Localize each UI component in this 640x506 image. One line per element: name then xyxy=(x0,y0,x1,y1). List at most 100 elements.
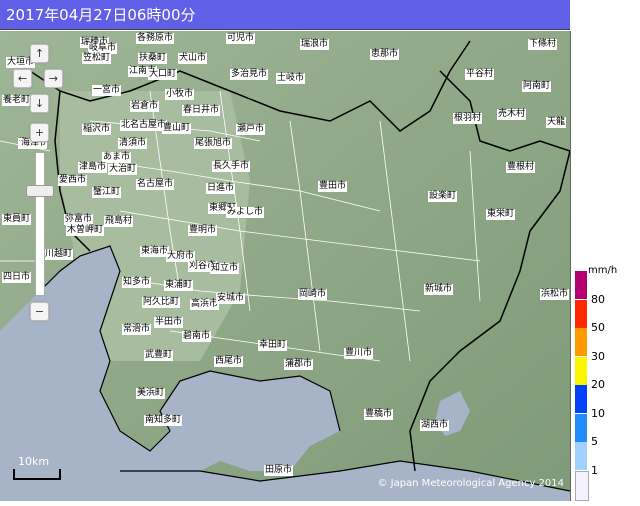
place-label: 蟹江町 xyxy=(92,187,122,198)
place-label: 大口町 xyxy=(148,69,178,80)
place-label: 岩倉市 xyxy=(130,101,160,112)
zoom-out-button[interactable]: − xyxy=(30,302,49,321)
place-label: 一宮市 xyxy=(92,85,122,96)
legend-level: 50 xyxy=(573,299,635,334)
map-terrain xyxy=(0,31,570,501)
zoom-slider-handle[interactable] xyxy=(26,185,54,197)
timestamp-text: 2017年04月27日06時00分 xyxy=(6,6,196,24)
place-label: 東浦町 xyxy=(164,280,194,291)
legend-level xyxy=(573,470,635,501)
place-label: 西尾市 xyxy=(214,356,244,367)
place-label: 飛島村 xyxy=(104,216,134,227)
place-label: 四日市 xyxy=(2,272,32,283)
legend-swatch xyxy=(575,413,587,442)
place-label: 美浜町 xyxy=(136,388,166,399)
place-label: 平谷村 xyxy=(465,69,495,80)
place-label: 笠松町 xyxy=(82,53,112,64)
place-label: 岡崎市 xyxy=(298,289,328,300)
zoom-in-button[interactable]: + xyxy=(30,123,49,142)
place-label: 浜松市 xyxy=(540,289,570,300)
place-label: 春日井市 xyxy=(182,105,221,116)
place-label: 津島市 xyxy=(78,162,108,173)
place-label: 稲沢市 xyxy=(82,124,112,135)
scale-label: 10km xyxy=(18,455,50,468)
place-label: 阿南町 xyxy=(522,81,552,92)
place-label: 北名古屋市 xyxy=(120,120,168,131)
place-label: 日進市 xyxy=(206,183,236,194)
place-label: 知多市 xyxy=(122,277,152,288)
place-label: 知立市 xyxy=(210,263,240,274)
copyright-notice: © Japan Meteorological Agency 2014 xyxy=(377,478,564,489)
place-label: 常滑市 xyxy=(122,324,152,335)
place-label: 武豊町 xyxy=(144,350,174,361)
legend-level: 80 xyxy=(573,271,635,306)
place-label: 湖西市 xyxy=(420,420,450,431)
place-label: 豊根村 xyxy=(506,162,536,173)
place-label: 下條村 xyxy=(528,39,558,50)
legend-level: 20 xyxy=(573,356,635,391)
place-label: 清須市 xyxy=(118,138,148,149)
place-label: 各務原市 xyxy=(136,33,175,44)
legend-level: 1 xyxy=(573,442,635,477)
place-label: 養老町 xyxy=(2,95,32,106)
legend-level: 10 xyxy=(573,385,635,420)
legend-swatch xyxy=(575,470,589,501)
place-label: 大治町 xyxy=(108,164,138,175)
place-label: 弥富市 xyxy=(64,214,94,225)
place-label: みよし市 xyxy=(226,207,265,218)
place-label: 恵那市 xyxy=(370,49,400,60)
place-label: 設楽町 xyxy=(428,191,458,202)
place-label: 根羽村 xyxy=(453,113,483,124)
place-label: 高浜市 xyxy=(190,299,220,310)
place-label: 土岐市 xyxy=(276,73,306,84)
place-label: 阿久比町 xyxy=(142,297,181,308)
place-label: 尾張旭市 xyxy=(194,138,233,149)
place-label: 天龍 xyxy=(546,117,567,128)
legend-level: 5 xyxy=(573,413,635,448)
pan-left-button[interactable]: ← xyxy=(13,69,32,88)
place-label: 愛西市 xyxy=(58,175,88,186)
place-label: 安城市 xyxy=(216,293,246,304)
legend-swatch xyxy=(575,442,587,470)
place-label: 新城市 xyxy=(424,284,454,295)
place-label: 豊明市 xyxy=(188,225,218,236)
place-label: 長久手市 xyxy=(212,161,251,172)
place-label: 多治見市 xyxy=(230,69,269,80)
zoom-slider-track[interactable] xyxy=(35,152,45,296)
place-label: 売木村 xyxy=(497,109,527,120)
legend-swatch xyxy=(575,299,587,328)
place-label: 扶桑町 xyxy=(138,53,168,64)
place-label: 豊田市 xyxy=(318,181,348,192)
legend-swatch xyxy=(575,328,587,356)
place-label: 碧南市 xyxy=(182,331,212,342)
place-label: 犬山市 xyxy=(178,53,208,64)
rain-map[interactable]: 瑞穂市 岐阜市 各務原市 可児市 瑞浪市 恵那市 下條村 大垣市 笠松町 扶桑町… xyxy=(0,31,571,501)
place-label: 豊山町 xyxy=(162,123,192,134)
place-label: 半田市 xyxy=(154,317,184,328)
timestamp-header: 2017年04月27日06時00分 xyxy=(0,0,570,30)
place-label: 東海市 xyxy=(140,246,170,257)
place-label: 東員町 xyxy=(2,214,32,225)
legend-swatch xyxy=(575,271,587,299)
legend-swatch xyxy=(575,356,587,385)
place-label: 幸田町 xyxy=(258,340,288,351)
pan-right-button[interactable]: → xyxy=(44,69,63,88)
legend-swatch xyxy=(575,385,587,413)
place-label: 豊橋市 xyxy=(364,409,394,420)
legend-level: 30 xyxy=(573,328,635,363)
place-label: 可児市 xyxy=(226,33,256,44)
place-label: 小牧市 xyxy=(165,89,195,100)
place-label: 田原市 xyxy=(264,465,294,476)
place-label: 蒲郡市 xyxy=(284,359,314,370)
pan-down-button[interactable]: ↓ xyxy=(30,94,49,113)
place-label: 名古屋市 xyxy=(136,179,175,190)
place-label: 豊川市 xyxy=(344,348,374,359)
place-label: 川越町 xyxy=(44,249,74,260)
place-label: 木曽岬町 xyxy=(66,225,105,236)
scale-bar xyxy=(13,469,61,480)
place-label: 瀬戸市 xyxy=(236,124,266,135)
place-label: 瑞浪市 xyxy=(300,39,330,50)
place-label: 東栄町 xyxy=(486,209,516,220)
pan-up-button[interactable]: ↑ xyxy=(30,44,49,63)
place-label: 南知多町 xyxy=(144,415,183,426)
